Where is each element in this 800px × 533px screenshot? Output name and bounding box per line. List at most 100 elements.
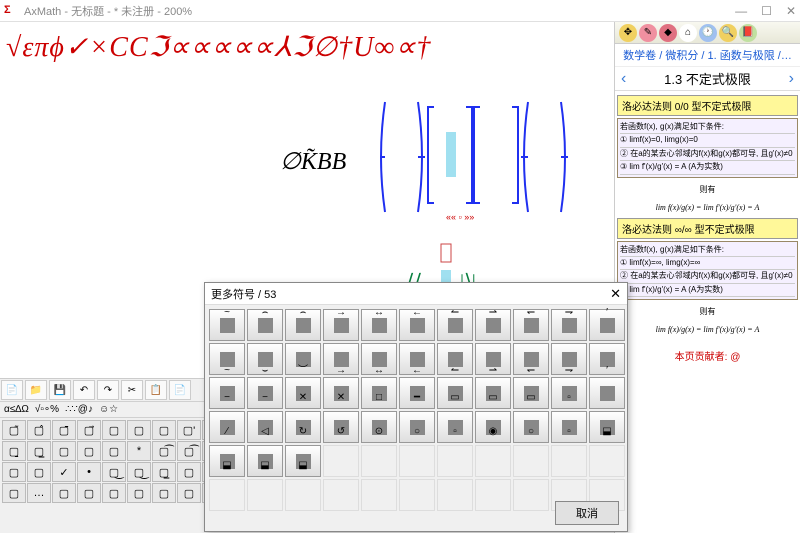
palette-cell[interactable]: … — [27, 483, 51, 503]
tool-btn[interactable]: ↶ — [73, 380, 95, 400]
edit-icon[interactable]: ✎ — [639, 24, 657, 42]
symbol-cell[interactable]: → — [323, 309, 359, 341]
tool-btn[interactable]: ↷ — [97, 380, 119, 400]
palette-cell[interactable]: ▢ — [127, 483, 151, 503]
symbol-cell[interactable]: ⬓ — [209, 445, 245, 477]
symbol-cell[interactable]: ~ — [209, 343, 245, 375]
symbol-cell[interactable]: ✕ — [323, 377, 359, 409]
tool-btn[interactable]: 📄 — [169, 380, 191, 400]
formula-line-1[interactable]: √επϕ✓×CCℑ∝∝∝∝∝⅄ℑ∅†U∞∝† — [6, 30, 431, 64]
symbol-cell[interactable]: − — [247, 377, 283, 409]
symbol-cell[interactable]: ⊙ — [361, 411, 397, 443]
palette-cell[interactable]: ▢ — [52, 483, 76, 503]
symbol-cell[interactable]: ⌢ — [285, 309, 321, 341]
symbol-cell[interactable]: − — [209, 377, 245, 409]
tool-btn[interactable]: 📄 — [1, 380, 23, 400]
palette-cell[interactable]: ▢̂ — [27, 420, 51, 440]
symbol-cell[interactable]: → — [323, 343, 359, 375]
palette-cell[interactable]: ▢ — [102, 420, 126, 440]
palette-cell[interactable]: ▢ — [102, 483, 126, 503]
search-icon[interactable]: 🔍 — [719, 24, 737, 42]
home-icon[interactable]: ⌂ — [679, 24, 697, 42]
palette-cell[interactable]: ▢ — [127, 420, 151, 440]
symbol-cell[interactable]: ↼ — [437, 309, 473, 341]
symbol-cell[interactable]: ⇀ — [475, 309, 511, 341]
tool-btn[interactable]: ✂ — [121, 380, 143, 400]
palette-cell[interactable]: ▢̄ — [52, 420, 76, 440]
palette-cell[interactable]: ▢⃗ — [77, 420, 101, 440]
minimize-button[interactable]: — — [735, 4, 747, 18]
tab-symbols[interactable]: α≤∆Ω — [4, 404, 29, 415]
tool-btn[interactable]: 📋 — [145, 380, 167, 400]
symbol-cell[interactable]: ′ — [589, 309, 625, 341]
symbol-cell[interactable]: ⬓ — [247, 445, 283, 477]
palette-cell[interactable]: ▢ — [52, 441, 76, 461]
tab-misc[interactable]: ∴∵@♪ — [65, 404, 93, 415]
symbol-cell[interactable]: ⇀ — [475, 343, 511, 375]
symbol-cell[interactable]: ∕ — [209, 411, 245, 443]
clock-icon[interactable]: 🕐 — [699, 24, 717, 42]
palette-cell[interactable]: ▢͡ — [152, 441, 176, 461]
palette-cell[interactable]: ✓ — [52, 462, 76, 482]
palette-cell[interactable]: ▢ — [77, 441, 101, 461]
palette-cell[interactable]: ▢̲ — [27, 441, 51, 461]
cancel-button[interactable]: 取消 — [555, 501, 619, 525]
palette-cell[interactable]: ▢' — [177, 420, 201, 440]
palette-cell[interactable]: ▢͜ — [102, 462, 126, 482]
formula-line-2[interactable]: ∅K̃BB — [280, 147, 346, 176]
symbol-cell[interactable]: ▭ — [475, 377, 511, 409]
nav-prev[interactable]: ‹ — [621, 70, 626, 88]
palette-cell[interactable]: ▢̲ — [152, 462, 176, 482]
maximize-button[interactable]: ☐ — [761, 4, 772, 18]
symbol-cell[interactable]: ⇁ — [551, 343, 587, 375]
palette-cell[interactable]: ▢ — [177, 462, 201, 482]
symbol-cell[interactable]: ━ — [399, 377, 435, 409]
symbol-cell[interactable]: ⌢ — [247, 309, 283, 341]
symbol-cell[interactable] — [589, 377, 625, 409]
palette-cell[interactable]: ▢͜ — [127, 462, 151, 482]
symbol-cell[interactable]: ◉ — [475, 411, 511, 443]
symbol-cell[interactable]: ↼ — [437, 343, 473, 375]
symbol-cell[interactable]: ▭ — [513, 377, 549, 409]
book-icon[interactable]: 📕 — [739, 24, 757, 42]
palette-cell[interactable]: ▢ — [152, 420, 176, 440]
palette-cell[interactable]: ▢̃ — [2, 420, 26, 440]
palette-cell[interactable]: ▢ — [77, 483, 101, 503]
tab-templates[interactable]: √▫∘% — [35, 404, 59, 415]
close-button[interactable]: ✕ — [786, 4, 796, 18]
symbol-cell[interactable]: □ — [361, 377, 397, 409]
symbol-cell[interactable]: ⌣ — [247, 343, 283, 375]
symbol-cell[interactable]: ▫ — [551, 377, 587, 409]
symbol-cell[interactable]: ︶ — [285, 343, 321, 375]
symbol-cell[interactable]: ✕ — [285, 377, 321, 409]
symbol-cell[interactable]: ▭ — [437, 377, 473, 409]
palette-cell[interactable]: ▢͡ — [177, 441, 201, 461]
erase-icon[interactable]: ◆ — [659, 24, 677, 42]
palette-cell[interactable]: ▢ — [2, 462, 26, 482]
symbol-cell[interactable]: ↔ — [361, 309, 397, 341]
bracket-structure[interactable]: «« ▫ »» — [380, 92, 595, 222]
symbol-cell[interactable]: ⇁ — [551, 309, 587, 341]
symbol-cell[interactable]: ⬓ — [589, 411, 625, 443]
symbol-cell[interactable]: ◁ — [247, 411, 283, 443]
palette-cell[interactable]: ▢ — [177, 483, 201, 503]
palette-cell[interactable]: • — [77, 462, 101, 482]
symbol-cell[interactable]: ↽ — [513, 343, 549, 375]
symbol-cell[interactable]: ○ — [513, 411, 549, 443]
palette-cell[interactable]: * — [127, 441, 151, 461]
symbol-cell[interactable]: ▫ — [437, 411, 473, 443]
symbol-cell[interactable]: ~ — [209, 309, 245, 341]
symbol-cell[interactable]: ↽ — [513, 309, 549, 341]
symbol-cell[interactable]: ⬓ — [285, 445, 321, 477]
palette-cell[interactable]: ▢̱ — [2, 441, 26, 461]
tab-emoji[interactable]: ☺☆ — [99, 404, 118, 415]
breadcrumb[interactable]: 数学卷 / 微积分 / 1. 函数与极限 /… — [615, 44, 800, 67]
palette-cell[interactable]: ▢ — [27, 462, 51, 482]
nav-next[interactable]: › — [789, 70, 794, 88]
symbol-cell[interactable]: ← — [399, 309, 435, 341]
symbol-cell[interactable]: ↻ — [285, 411, 321, 443]
palette-cell[interactable]: ▢ — [2, 483, 26, 503]
tool-btn[interactable]: 💾 — [49, 380, 71, 400]
symbol-cell[interactable]: ○ — [399, 411, 435, 443]
symbol-cell[interactable]: ↔ — [361, 343, 397, 375]
